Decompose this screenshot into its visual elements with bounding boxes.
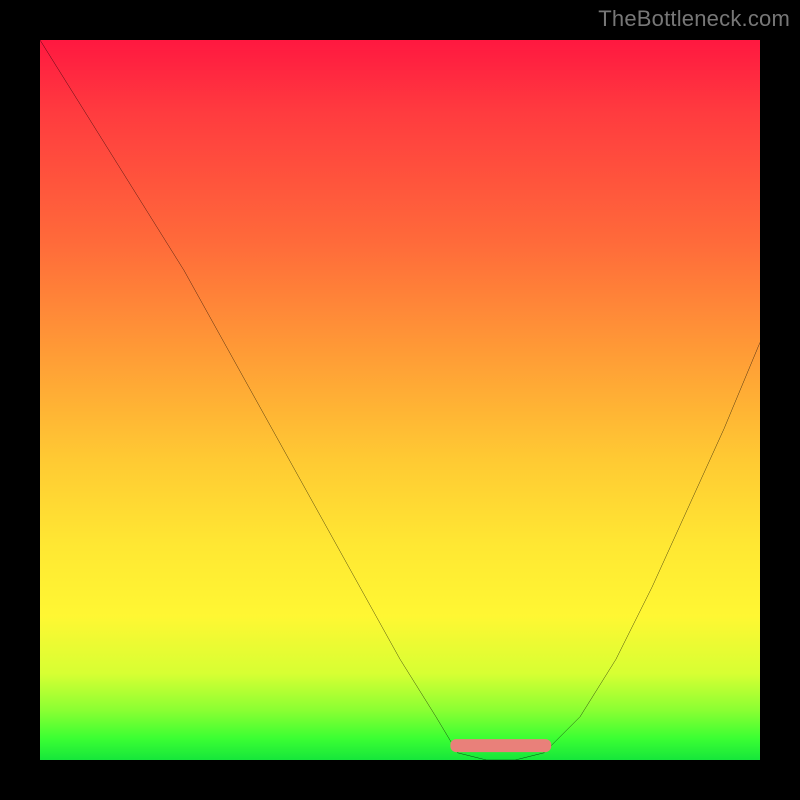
bottleneck-curve	[40, 40, 760, 760]
chart-frame: TheBottleneck.com	[0, 0, 800, 800]
chart-svg	[40, 40, 760, 760]
optimal-range-marker	[450, 739, 551, 752]
watermark-text: TheBottleneck.com	[598, 6, 790, 32]
plot-area	[40, 40, 760, 760]
